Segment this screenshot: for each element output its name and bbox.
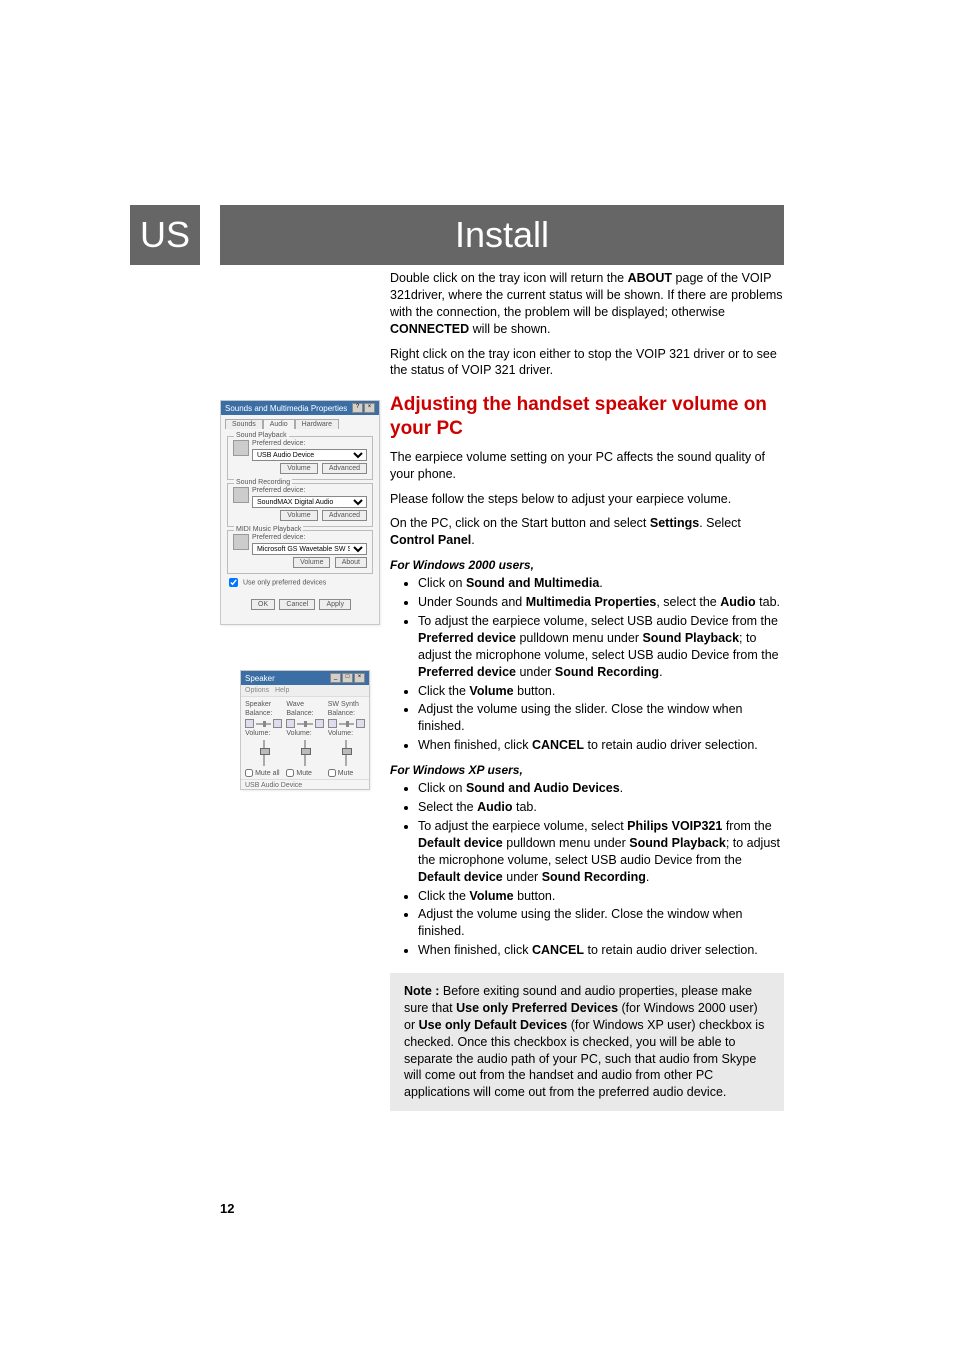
channel-name: Wave xyxy=(286,701,323,708)
speaker-icon xyxy=(233,440,249,456)
preferred-device-label: Preferred device: xyxy=(252,534,367,541)
steps-list: Click on Sound and Multimedia. Under Sou… xyxy=(390,575,784,754)
group-sound-recording: Sound Recording xyxy=(234,479,292,486)
steps-list: Click on Sound and Audio Devices. Select… xyxy=(390,780,784,959)
advanced-button[interactable]: Advanced xyxy=(322,510,367,521)
midi-device-select[interactable]: Microsoft GS Wavetable SW Synth xyxy=(252,543,367,555)
volume-label: Volume: xyxy=(328,730,365,737)
speaker-left-icon xyxy=(286,719,295,728)
menu-help[interactable]: Help xyxy=(275,687,289,694)
midi-icon xyxy=(233,534,249,550)
volume-button[interactable]: Volume xyxy=(293,557,330,568)
mixer-channel: Speaker Balance: Volume: Mute all xyxy=(245,701,282,777)
mute-label: Mute all xyxy=(255,770,280,777)
dialog-title: Speaker xyxy=(245,674,275,683)
advanced-button[interactable]: Advanced xyxy=(322,463,367,474)
dialog-speaker-volume: Speaker _ □ × Options Help Speaker Balanc… xyxy=(240,670,370,790)
mute-checkbox[interactable] xyxy=(245,769,253,777)
mute-checkbox[interactable] xyxy=(286,769,294,777)
speaker-right-icon xyxy=(315,719,324,728)
list-item: Click on Sound and Audio Devices. xyxy=(418,780,784,797)
cancel-button[interactable]: Cancel xyxy=(279,599,315,610)
playback-device-select[interactable]: USB Audio Device xyxy=(252,449,367,461)
use-only-preferred-checkbox[interactable] xyxy=(229,578,238,587)
help-button[interactable]: ? xyxy=(352,403,363,413)
close-button[interactable]: × xyxy=(364,403,375,413)
balance-slider[interactable] xyxy=(297,723,312,725)
volume-button[interactable]: Volume xyxy=(280,463,317,474)
paragraph: Double click on the tray icon will retur… xyxy=(390,270,784,338)
balance-slider[interactable] xyxy=(339,723,354,725)
channel-name: SW Synth xyxy=(328,701,365,708)
balance-label: Balance: xyxy=(245,710,282,717)
dialog-title: Sounds and Multimedia Properties xyxy=(225,404,347,413)
page-number: 12 xyxy=(220,1201,234,1216)
balance-slider[interactable] xyxy=(256,723,271,725)
apply-button[interactable]: Apply xyxy=(319,599,351,610)
group-sound-playback: Sound Playback xyxy=(234,432,289,439)
volume-label: Volume: xyxy=(286,730,323,737)
speaker-left-icon xyxy=(245,719,254,728)
list-item: Click the Volume button. xyxy=(418,683,784,700)
balance-label: Balance: xyxy=(286,710,323,717)
mixer-channel: Wave Balance: Volume: Mute xyxy=(286,701,323,777)
mute-label: Mute xyxy=(296,770,312,777)
list-item: When finished, click CANCEL to retain au… xyxy=(418,942,784,959)
channel-name: Speaker xyxy=(245,701,282,708)
list-item: Select the Audio tab. xyxy=(418,799,784,816)
list-item: When finished, click CANCEL to retain au… xyxy=(418,737,784,754)
speaker-right-icon xyxy=(273,719,282,728)
speaker-right-icon xyxy=(356,719,365,728)
status-bar: USB Audio Device xyxy=(241,779,369,791)
region-badge: US xyxy=(130,205,200,265)
note-box: Note : Before exiting sound and audio pr… xyxy=(390,973,784,1111)
speaker-left-icon xyxy=(328,719,337,728)
section-heading: Adjusting the handset speaker volume on … xyxy=(390,393,784,441)
tab-sounds[interactable]: Sounds xyxy=(225,419,263,429)
dialog-sounds-multimedia: Sounds and Multimedia Properties ? × Sou… xyxy=(220,400,380,625)
volume-label: Volume: xyxy=(245,730,282,737)
list-item: To adjust the earpiece volume, select US… xyxy=(418,613,784,681)
maximize-button[interactable]: □ xyxy=(342,673,353,683)
paragraph: On the PC, click on the Start button and… xyxy=(390,515,784,549)
paragraph: The earpiece volume setting on your PC a… xyxy=(390,449,784,483)
about-button[interactable]: About xyxy=(335,557,367,568)
group-midi-playback: MIDI Music Playback xyxy=(234,526,303,533)
mixer-channel: SW Synth Balance: Volume: Mute xyxy=(328,701,365,777)
volume-slider[interactable] xyxy=(245,739,282,767)
page-title: Install xyxy=(220,205,784,265)
volume-slider[interactable] xyxy=(328,739,365,767)
close-button[interactable]: × xyxy=(354,673,365,683)
paragraph: Please follow the steps below to adjust … xyxy=(390,491,784,508)
volume-slider[interactable] xyxy=(286,739,323,767)
minimize-button[interactable]: _ xyxy=(330,673,341,683)
mute-label: Mute xyxy=(338,770,354,777)
tab-hardware[interactable]: Hardware xyxy=(295,419,339,429)
list-item: Click the Volume button. xyxy=(418,888,784,905)
preferred-device-label: Preferred device: xyxy=(252,440,367,447)
recording-device-select[interactable]: SoundMAX Digital Audio xyxy=(252,496,367,508)
subsection-windows-2000: For Windows 2000 users, xyxy=(390,557,784,573)
list-item: To adjust the earpiece volume, select Ph… xyxy=(418,818,784,886)
menu-options[interactable]: Options xyxy=(245,687,269,694)
microphone-icon xyxy=(233,487,249,503)
list-item: Click on Sound and Multimedia. xyxy=(418,575,784,592)
list-item: Under Sounds and Multimedia Properties, … xyxy=(418,594,784,611)
list-item: Adjust the volume using the slider. Clos… xyxy=(418,906,784,940)
tab-audio[interactable]: Audio xyxy=(263,419,295,429)
preferred-device-label: Preferred device: xyxy=(252,487,367,494)
mute-checkbox[interactable] xyxy=(328,769,336,777)
subsection-windows-xp: For Windows XP users, xyxy=(390,762,784,778)
ok-button[interactable]: OK xyxy=(251,599,275,610)
list-item: Adjust the volume using the slider. Clos… xyxy=(418,701,784,735)
balance-label: Balance: xyxy=(328,710,365,717)
volume-button[interactable]: Volume xyxy=(280,510,317,521)
paragraph: Right click on the tray icon either to s… xyxy=(390,346,784,380)
use-only-preferred-label: Use only preferred devices xyxy=(243,579,326,586)
